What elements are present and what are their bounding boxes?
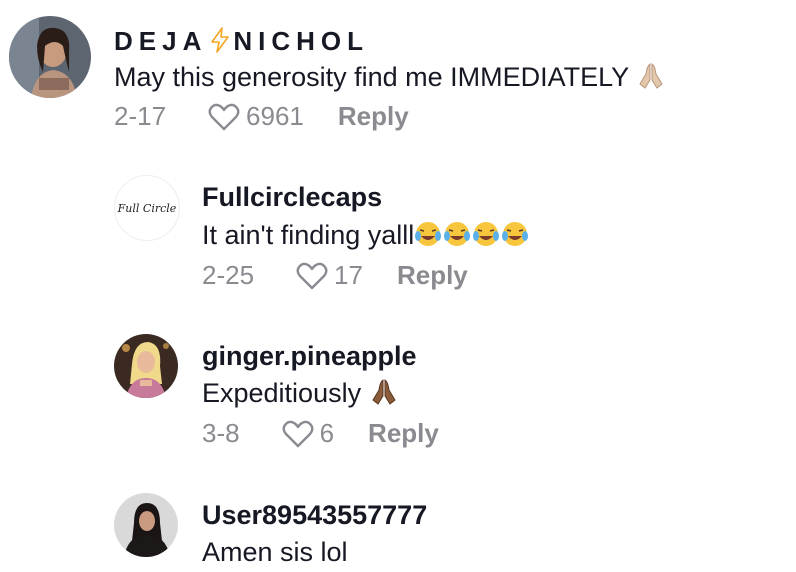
comment-text: Expeditiously <box>202 378 399 413</box>
like-count: 6 <box>319 418 335 448</box>
avatar[interactable] <box>9 16 91 98</box>
heart-icon <box>296 262 328 289</box>
like-button[interactable]: 6961 <box>208 101 304 132</box>
comment-text-content: Expeditiously <box>202 378 362 408</box>
laughing-tears-emoji <box>414 220 530 255</box>
like-count: 6961 <box>246 101 304 131</box>
reply-button[interactable]: Reply <box>368 418 439 449</box>
comment-date: 3-8 <box>202 418 240 448</box>
like-button[interactable]: 17 <box>296 260 363 291</box>
avatar[interactable] <box>114 334 178 398</box>
comment-text-content: May this generosity find me IMMEDIATELY <box>114 62 629 92</box>
like-count: 17 <box>334 260 363 290</box>
comment-date: 2-17 <box>114 101 167 131</box>
username-part: NICHOL <box>233 26 370 56</box>
comment-meta: 2-25 17 Reply <box>202 260 468 291</box>
username[interactable]: User89543557777 <box>202 500 427 531</box>
username[interactable]: Fullcirclecaps <box>202 182 382 213</box>
reply-button[interactable]: Reply <box>338 101 409 132</box>
comment-meta: 3-8 6 Reply <box>202 418 439 449</box>
heart-icon <box>282 420 314 447</box>
praying-hands-icon <box>636 62 666 97</box>
comment-text: May this generosity find me IMMEDIATELY <box>114 62 666 97</box>
comment-date: 2-25 <box>202 260 255 290</box>
heart-icon <box>208 103 240 130</box>
username[interactable]: DEJA NICHOL <box>114 26 369 60</box>
username[interactable]: ginger.pineapple <box>202 341 417 372</box>
comment-text-content: It ain't finding yalll <box>202 220 415 250</box>
username-part: DEJA <box>114 26 208 56</box>
avatar-logo-text: Full Circle <box>117 202 177 215</box>
lightning-bolt-icon <box>209 27 231 60</box>
praying-hands-icon <box>369 378 399 413</box>
avatar[interactable]: Full Circle <box>114 175 180 241</box>
reply-button[interactable]: Reply <box>397 260 468 291</box>
like-button[interactable]: 6 <box>282 418 334 449</box>
comment-text: Amen sis lol <box>202 537 348 567</box>
avatar[interactable] <box>114 493 178 557</box>
comment-text: It ain't finding yalll <box>202 220 530 255</box>
comment-meta: 2-17 6961 Reply <box>114 101 409 132</box>
